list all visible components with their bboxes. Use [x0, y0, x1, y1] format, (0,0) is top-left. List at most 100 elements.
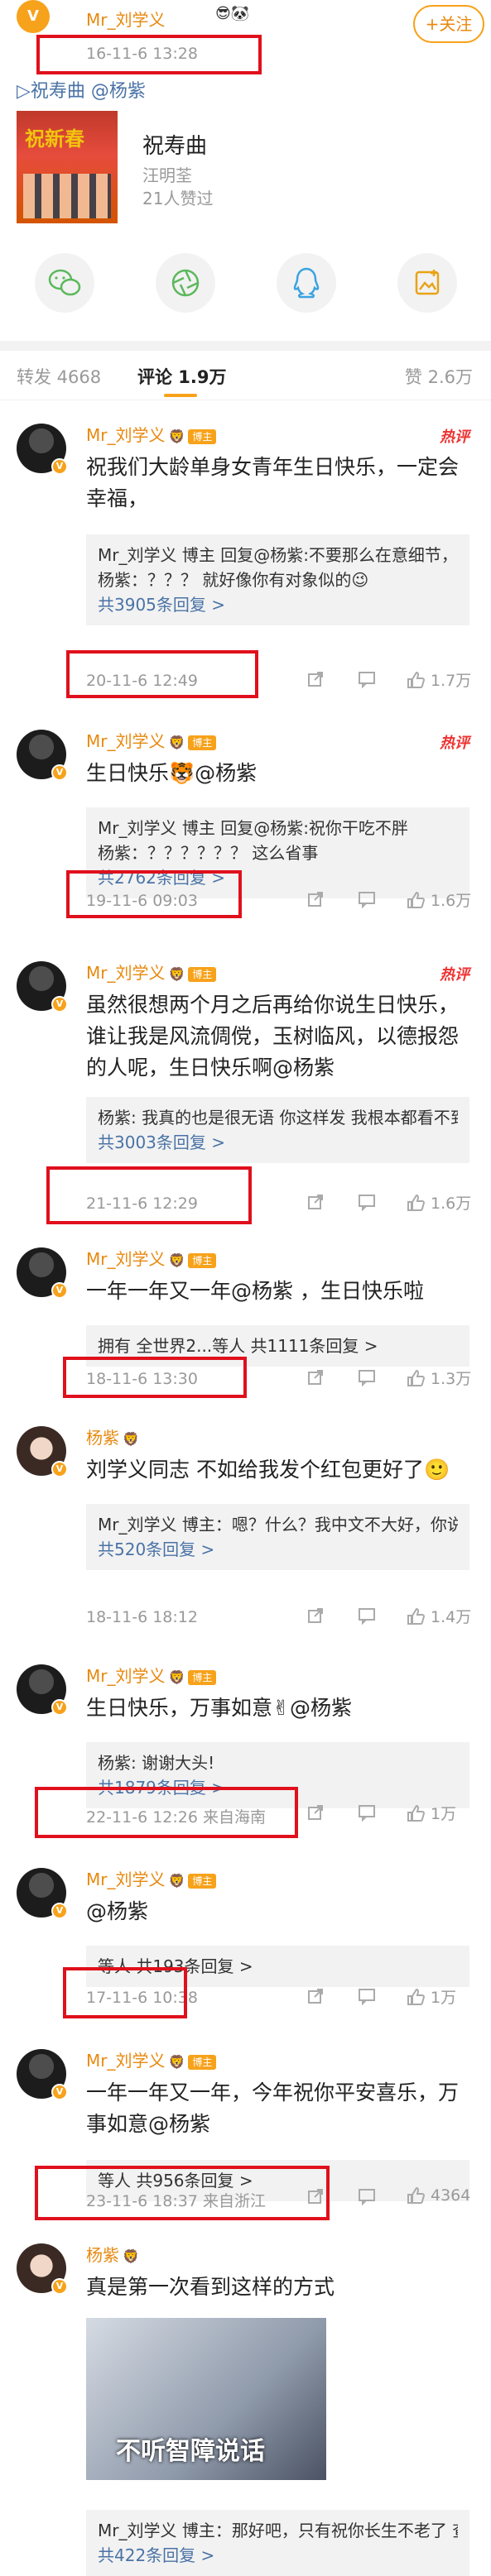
- author-name[interactable]: Mr_刘学义: [86, 731, 165, 751]
- comment-avatar[interactable]: V: [17, 2049, 68, 2100]
- comment-avatar[interactable]: V: [17, 1664, 68, 1716]
- verified-badge-icon: V: [51, 2084, 68, 2100]
- timestamp-highlight: [35, 1787, 298, 1838]
- crown-icon: 🦁: [168, 1873, 185, 1889]
- comment-avatar[interactable]: V: [17, 424, 68, 475]
- author-name[interactable]: 杨紫: [86, 2245, 119, 2265]
- music-artist: 汪明荃: [142, 165, 192, 185]
- comment-icon[interactable]: [358, 1606, 376, 1625]
- comment-author[interactable]: Mr_刘学义 🦁 博主: [86, 960, 217, 984]
- comment-icon[interactable]: [358, 1987, 376, 2005]
- music-card[interactable]: 祝新春 祝寿曲 汪明荃 21人赞过: [0, 111, 491, 227]
- reply-box[interactable]: Mr_刘学义 博主 回复@杨紫:不要那么在意细节，明年再说吧，杨紫：？？？ 就好…: [86, 534, 469, 625]
- author-badge: 博主: [188, 2054, 217, 2070]
- comment-author[interactable]: Mr_刘学义 🦁 博主: [86, 728, 217, 752]
- share-icon[interactable]: [306, 1987, 325, 2005]
- comment-time: 18-11-6 18:12: [86, 1608, 198, 1626]
- like-button[interactable]: 1.6万: [406, 1191, 471, 1214]
- more-replies-link[interactable]: 共3905条回复 >: [98, 592, 458, 617]
- author-name[interactable]: Mr_刘学义: [86, 7, 165, 31]
- share-icon[interactable]: [306, 1193, 325, 1211]
- author-name[interactable]: Mr_刘学义: [86, 2051, 165, 2071]
- comment-author[interactable]: 杨紫 🦁: [86, 1424, 139, 1448]
- share-icon[interactable]: [306, 1606, 325, 1625]
- author-name[interactable]: Mr_刘学义: [86, 963, 165, 983]
- like-button[interactable]: 1万: [406, 1985, 456, 2008]
- author-avatar[interactable]: V: [17, 0, 50, 33]
- comment-author[interactable]: Mr_刘学义 🦁 博主: [86, 1866, 217, 1890]
- share-row: [0, 247, 491, 321]
- comment-author[interactable]: Mr_刘学义 🦁 博主: [86, 2047, 217, 2071]
- author-name[interactable]: 杨紫: [86, 1428, 119, 1448]
- share-icon[interactable]: [306, 890, 325, 908]
- like-button[interactable]: 1.4万: [406, 1605, 471, 1627]
- like-icon: [406, 890, 426, 910]
- qq-icon[interactable]: [277, 253, 336, 313]
- like-button[interactable]: 4364: [406, 2186, 470, 2205]
- like-count: 1.6万: [431, 1195, 472, 1213]
- comment-author[interactable]: Mr_刘学义 🦁 博主: [86, 422, 217, 446]
- reply-line[interactable]: 杨紫: 我真的也是很无语 你这样发 我根本都看不到 不如来个红包实在: [98, 1105, 458, 1130]
- timestamp-highlight: [36, 35, 262, 74]
- comment-icon[interactable]: [358, 2187, 376, 2205]
- like-button[interactable]: 1万: [406, 1802, 456, 1824]
- comment-author[interactable]: Mr_刘学义 🦁 博主: [86, 1246, 217, 1270]
- comment-icon[interactable]: [358, 890, 376, 908]
- image-caption: 不听智障说话: [116, 2437, 265, 2466]
- reply-line[interactable]: 杨紫：？？？？？？ 这么省事: [98, 840, 458, 865]
- comment-image[interactable]: 不听智障说话: [86, 2318, 326, 2480]
- reply-line[interactable]: 杨紫: 谢谢大头!: [98, 1750, 458, 1775]
- tab-likes[interactable]: 赞 2.6万: [405, 364, 473, 389]
- more-replies-link[interactable]: 共520条回复 >: [98, 1537, 458, 1562]
- follow-button[interactable]: +关注: [413, 5, 484, 43]
- comment-author[interactable]: Mr_刘学义 🦁 博主: [86, 1663, 217, 1687]
- wechat-icon[interactable]: [35, 253, 94, 313]
- comment-avatar[interactable]: V: [17, 961, 68, 1013]
- more-replies-link[interactable]: 共3003条回复 >: [98, 1130, 458, 1155]
- reply-line[interactable]: 拥有 全世界2...等人 共1111条回复 >: [98, 1333, 458, 1358]
- author-name[interactable]: Mr_刘学义: [86, 1666, 165, 1686]
- timestamp-highlight: [66, 650, 258, 698]
- share-icon[interactable]: [306, 670, 325, 688]
- comment-author[interactable]: 杨紫 🦁: [86, 2242, 139, 2266]
- comment-icon[interactable]: [358, 670, 376, 688]
- author-badge: 博主: [188, 1252, 217, 1268]
- reply-line[interactable]: 杨紫：？？？ 就好像你有对象似的😉: [98, 567, 458, 592]
- more-replies-link[interactable]: 共422条回复 >: [98, 2543, 458, 2568]
- reply-box[interactable]: 杨紫: 我真的也是很无语 你这样发 我根本都看不到 不如来个红包实在共3003条…: [86, 1097, 469, 1163]
- verified-badge-icon: V: [51, 458, 68, 475]
- reply-line[interactable]: Mr_刘学义 博主 回复@杨紫:不要那么在意细节，明年再说吧，: [98, 543, 458, 567]
- comment-avatar[interactable]: V: [17, 730, 68, 781]
- reply-line[interactable]: Mr_刘学义 博主：嗯？什么？我中文不大好，你说什么我好像听不大懂，不好意思啊😉: [98, 1512, 458, 1537]
- comment-avatar[interactable]: V: [17, 1868, 68, 1919]
- like-button[interactable]: 1.7万: [406, 668, 471, 691]
- comment-icon[interactable]: [358, 1803, 376, 1822]
- reply-box[interactable]: Mr_刘学义 博主：那好吧，只有祝你长生不老了 查看图片共422条回复 >: [86, 2510, 469, 2576]
- comment-icon[interactable]: [358, 1193, 376, 1211]
- share-icon[interactable]: [306, 1803, 325, 1822]
- comment-avatar[interactable]: V: [17, 1247, 68, 1299]
- moments-icon[interactable]: [156, 253, 215, 313]
- share-icon[interactable]: [306, 1368, 325, 1386]
- like-count: 1.6万: [431, 892, 472, 910]
- author-name[interactable]: Mr_刘学义: [86, 1249, 165, 1269]
- like-button[interactable]: 1.3万: [406, 1367, 471, 1389]
- comment-avatar[interactable]: V: [17, 1426, 68, 1477]
- tab-repost[interactable]: 转发 4668: [17, 364, 101, 389]
- like-count: 1.4万: [431, 1608, 472, 1626]
- author-name[interactable]: Mr_刘学义: [86, 1870, 165, 1889]
- reply-box[interactable]: Mr_刘学义 博主：嗯？什么？我中文不大好，你说什么我好像听不大懂，不好意思啊😉…: [86, 1504, 469, 1570]
- like-count: 1万: [431, 1805, 457, 1823]
- comment-text: 一年一年又一年，今年祝你平安喜乐，万事如意@杨紫: [86, 2080, 460, 2136]
- tab-comments[interactable]: 评论 1.9万: [137, 364, 227, 389]
- comment-icon[interactable]: [358, 1368, 376, 1386]
- like-icon: [406, 2186, 426, 2205]
- reply-line[interactable]: Mr_刘学义 博主 回复@杨紫:祝你干吃不胖: [98, 816, 458, 840]
- post-text[interactable]: ▷祝寿曲 @杨紫: [17, 76, 146, 103]
- author-name[interactable]: Mr_刘学义: [86, 425, 165, 445]
- save-image-icon[interactable]: [397, 253, 457, 313]
- like-button[interactable]: 1.6万: [406, 888, 471, 911]
- reply-line[interactable]: Mr_刘学义 博主：那好吧，只有祝你长生不老了 查看图片: [98, 2518, 458, 2543]
- music-likes: 21人赞过: [142, 189, 214, 208]
- comment-avatar[interactable]: V: [17, 2243, 68, 2295]
